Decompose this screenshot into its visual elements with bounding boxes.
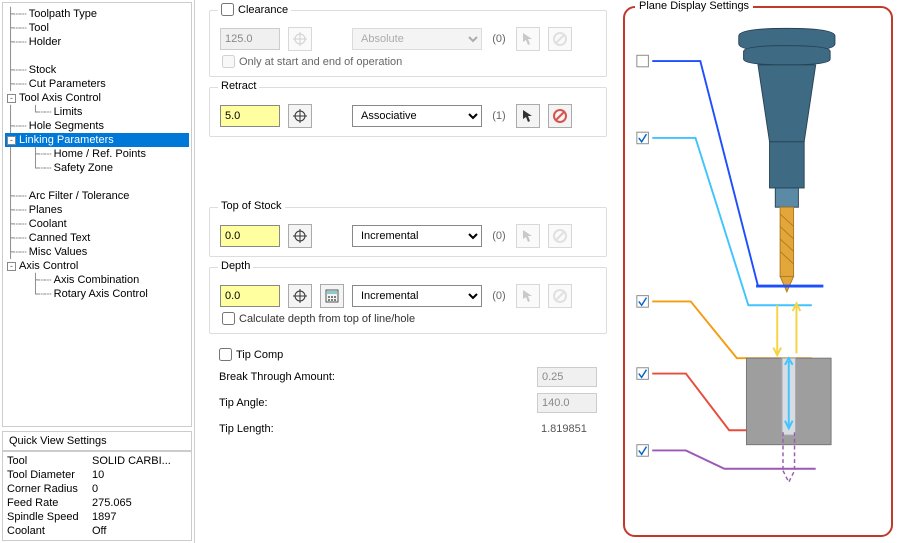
tree-item[interactable]: ├┄┄ Hole Segments [5, 119, 189, 133]
tree-item[interactable]: ├┄┄ Tool [5, 21, 189, 35]
pds-top-checkbox[interactable] [637, 296, 649, 308]
clearance-checkbox[interactable] [221, 3, 234, 16]
clearance-input [220, 28, 280, 50]
tree-item[interactable]: ├┄┄ Coolant [5, 217, 189, 231]
quick-view-title: Quick View Settings [2, 431, 192, 451]
tipcomp-label: Tip Comp [236, 349, 283, 361]
tree-item[interactable]: │ └┄┄ Limits [5, 105, 189, 119]
only-start-end-label: Only at start and end of operation [239, 56, 402, 68]
feed-arrow-icon [773, 303, 800, 355]
tipcomp-checkbox[interactable] [219, 348, 232, 361]
clear-icon [548, 284, 572, 308]
pick-icon[interactable] [516, 104, 540, 128]
calc-depth-label: Calculate depth from top of line/hole [239, 313, 415, 325]
plane-diagram [633, 12, 883, 512]
depth-mode-select[interactable]: Incremental [352, 285, 482, 307]
pds-tip-checkbox[interactable] [637, 445, 649, 457]
tree-item[interactable]: ├┄┄ Toolpath Type [5, 7, 189, 21]
depth-input[interactable] [220, 285, 280, 307]
plane-display-settings-panel: Plane Display Settings [623, 6, 893, 537]
tree-item[interactable]: │ ├┄┄ Home / Ref. Points [5, 147, 189, 161]
tip-length-label: Tip Length: [219, 423, 274, 435]
top-mode-select[interactable]: Incremental [352, 225, 482, 247]
tool-holder-icon [739, 28, 835, 207]
calculator-icon[interactable] [320, 284, 344, 308]
tip-angle-label: Tip Angle: [219, 397, 268, 409]
only-start-end-checkbox [222, 55, 235, 68]
target-icon[interactable] [288, 284, 312, 308]
pick-icon [516, 27, 540, 51]
tree-item[interactable]: -Tool Axis Control [5, 91, 189, 105]
tree-spacer: │ [5, 175, 189, 189]
clearance-label: Clearance [238, 4, 288, 16]
tree-item[interactable]: ├┄┄ Axis Combination [5, 273, 189, 287]
collapse-icon[interactable]: - [7, 136, 16, 145]
tree-item[interactable]: -Axis Control [5, 259, 189, 273]
clear-icon [548, 27, 572, 51]
tree-item[interactable]: ├┄┄ Arc Filter / Tolerance [5, 189, 189, 203]
top-count: (0) [490, 230, 508, 242]
depth-label: Depth [221, 260, 250, 272]
nav-tree[interactable]: ├┄┄ Toolpath Type ├┄┄ Tool ├┄┄ Holder │ … [2, 2, 192, 427]
target-icon[interactable] [288, 104, 312, 128]
tip-angle-value: 140.0 [537, 393, 597, 413]
top-input[interactable] [220, 225, 280, 247]
clearance-mode-select: Absolute [352, 28, 482, 50]
target-icon [288, 27, 312, 51]
clear-icon [548, 224, 572, 248]
collapse-icon[interactable]: - [7, 94, 16, 103]
tree-item[interactable]: ├┄┄ Misc Values [5, 245, 189, 259]
retract-input[interactable] [220, 105, 280, 127]
retract-label: Retract [221, 80, 256, 92]
pds-clearance-checkbox[interactable] [637, 55, 649, 67]
tree-item[interactable]: ├┄┄ Holder [5, 35, 189, 49]
clear-icon[interactable] [548, 104, 572, 128]
clearance-count: (0) [490, 33, 508, 45]
top-label: Top of Stock [221, 200, 282, 212]
depth-count: (0) [490, 290, 508, 302]
tree-item[interactable]: │ └┄┄ Safety Zone [5, 161, 189, 175]
pds-title: Plane Display Settings [635, 0, 753, 12]
tree-item[interactable]: ├┄┄ Planes [5, 203, 189, 217]
tip-length-value: 1.819851 [537, 419, 597, 439]
quick-view-table: ToolSOLID CARBI... Tool Diameter10 Corne… [2, 451, 192, 541]
drill-bit-icon [780, 207, 793, 292]
tree-item[interactable]: ├┄┄ Cut Parameters [5, 77, 189, 91]
retract-mode-select[interactable]: Associative [352, 105, 482, 127]
pds-retract-checkbox[interactable] [637, 132, 649, 144]
retract-count: (1) [490, 110, 508, 122]
tree-spacer: │ [5, 49, 189, 63]
tree-item[interactable]: ├┄┄ Canned Text [5, 231, 189, 245]
target-icon[interactable] [288, 224, 312, 248]
tree-item[interactable]: └┄┄ Rotary Axis Control [5, 287, 189, 301]
break-through-label: Break Through Amount: [219, 371, 335, 383]
pick-icon [516, 284, 540, 308]
tree-item-linking-parameters[interactable]: -Linking Parameters [5, 133, 189, 147]
pds-depth-checkbox[interactable] [637, 368, 649, 380]
calc-depth-checkbox[interactable] [222, 312, 235, 325]
collapse-icon[interactable]: - [7, 262, 16, 271]
break-through-value: 0.25 [537, 367, 597, 387]
pick-icon [516, 224, 540, 248]
tree-item[interactable]: ├┄┄ Stock [5, 63, 189, 77]
